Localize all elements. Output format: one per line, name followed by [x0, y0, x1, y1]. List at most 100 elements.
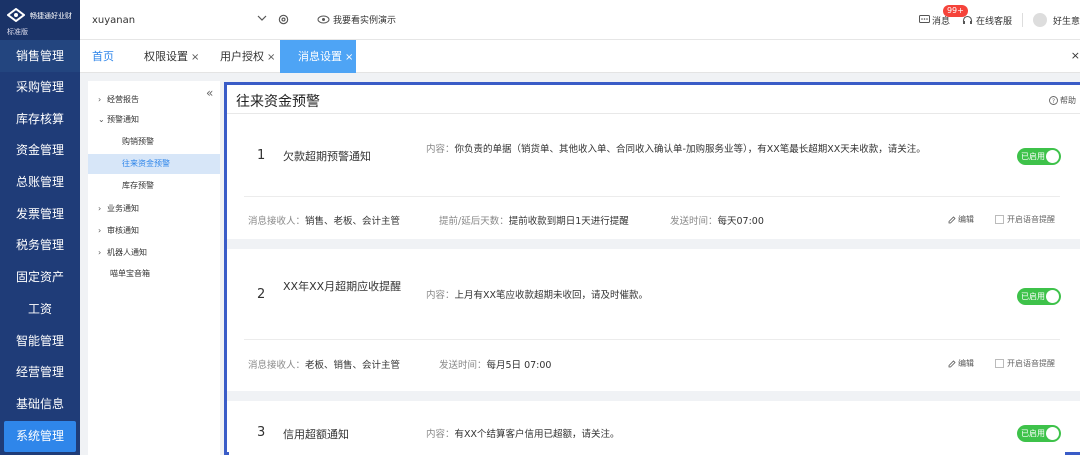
voice-reminder-option[interactable]: 开启语音提醒	[995, 214, 1055, 225]
sidebar-item-invoice[interactable]: 发票管理	[0, 199, 80, 231]
voice-reminder-label: 开启语音提醒	[1007, 215, 1055, 224]
logo-icon	[7, 8, 25, 22]
tree-node-robot-notice[interactable]: › 机器人通知	[98, 247, 147, 258]
card-gap	[227, 391, 1080, 401]
svg-text:?: ?	[1052, 98, 1055, 105]
close-all-tabs-button[interactable]: ×	[1071, 49, 1080, 62]
enabled-toggle[interactable]: 已启用	[1017, 425, 1061, 442]
brand-name: 畅捷通好业财	[30, 12, 72, 20]
messages-button[interactable]: 消息 99+	[918, 4, 968, 27]
main-sidebar: 畅捷通好业财 标准版 销售管理 采购管理 库存核算 资金管理 总账管理 发票管理…	[0, 0, 80, 455]
tab-bar: 首页 权限设置 × 用户授权 × 消息设置 × ×	[80, 40, 1080, 73]
sidebar-item-basic-info[interactable]: 基础信息	[0, 389, 80, 421]
help-label: 帮助	[1060, 96, 1076, 105]
tree-node-business-report[interactable]: › 经营报告	[98, 94, 139, 105]
chevron-right-icon: ›	[98, 95, 102, 104]
collapse-tree-button[interactable]: «	[206, 86, 213, 100]
online-service-button[interactable]: 在线客服	[962, 14, 1012, 27]
tab-home[interactable]: 首页	[84, 40, 122, 73]
send-time-info: 发送时间：每月5日 07:00	[439, 357, 551, 371]
tab-permissions[interactable]: 权限设置 ×	[136, 40, 207, 73]
user-menu[interactable]: 好生意	[1032, 13, 1080, 27]
edit-icon	[948, 215, 956, 223]
top-bar: xuyanan 我要看实例演示 消息 99+ 在线客服 好生意	[80, 0, 1080, 40]
voice-reminder-option[interactable]: 开启语音提醒	[995, 358, 1055, 369]
alert-card-3: 3 信用超额通知 内容：有XX个结算客户信用已超额，请关注。 已启用	[229, 401, 1065, 455]
send-time-value: 每天07:00	[717, 216, 764, 227]
receivers-info: 消息接收人：老板、销售、会计主管	[248, 357, 400, 371]
receivers-label: 消息接收人：	[248, 360, 306, 371]
alert-number: 3	[257, 425, 266, 440]
sidebar-item-purchase[interactable]: 采购管理	[0, 72, 80, 104]
tree-leaf-sales-purchase-alert[interactable]: 购销预警	[88, 132, 220, 152]
divider	[1021, 13, 1023, 27]
alert-name: 欠款超期预警通知	[283, 150, 371, 163]
advance-value: 提前收款到期日1天进行提醒	[508, 216, 629, 227]
divider	[244, 339, 1060, 340]
content-text: 有XX个结算客户信用已超额，请关注。	[454, 429, 620, 440]
close-icon[interactable]: ×	[345, 52, 353, 63]
enabled-toggle[interactable]: 已启用	[1017, 288, 1061, 305]
top-right-tools: 消息 99+ 在线客服 好生意	[918, 0, 1080, 40]
advance-label: 提前/延后天数：	[439, 216, 509, 227]
sidebar-item-tax[interactable]: 税务管理	[0, 230, 80, 262]
enabled-toggle[interactable]: 已启用	[1017, 148, 1061, 165]
toggle-knob	[1046, 290, 1059, 303]
tab-user-authorization[interactable]: 用户授权 ×	[212, 40, 283, 73]
receivers-value: 老板、销售、会计主管	[305, 360, 401, 371]
tab-permissions-label: 权限设置	[144, 50, 188, 63]
alert-name: XX年XX月超期应收提醒	[283, 280, 402, 293]
content-label: 内容：	[426, 290, 455, 301]
edit-button[interactable]: 编辑	[948, 214, 974, 225]
toggle-label: 已启用	[1021, 152, 1045, 161]
send-time-label: 发送时间：	[439, 360, 487, 371]
gear-icon[interactable]	[277, 13, 290, 26]
tree-leaf-inventory-alert[interactable]: 库存预警	[88, 176, 220, 196]
messages-badge: 99+	[942, 4, 968, 17]
divider	[244, 196, 1060, 197]
tree-node-speaker[interactable]: 喵单宝音箱	[110, 268, 150, 279]
tree-node-business-notice[interactable]: › 业务通知	[98, 203, 139, 214]
sidebar-item-system[interactable]: 系统管理	[4, 420, 76, 453]
sidebar-item-smart[interactable]: 智能管理	[0, 326, 80, 358]
content-text: 上月有XX笔应收款超期未收回，请及时催款。	[454, 290, 649, 301]
sidebar-item-ledger[interactable]: 总账管理	[0, 167, 80, 199]
tree-node-label: 审核通知	[107, 226, 139, 235]
voice-reminder-checkbox[interactable]	[995, 359, 1004, 368]
content-label: 内容：	[426, 429, 455, 440]
help-link[interactable]: ? 帮助	[1049, 95, 1076, 106]
card-gap	[227, 239, 1080, 249]
tab-user-authorization-label: 用户授权	[220, 50, 264, 63]
edit-button[interactable]: 编辑	[948, 358, 974, 369]
demo-link[interactable]: 我要看实例演示	[317, 13, 396, 26]
content-text: 你负责的单据（销货单、其他收入单、合同收入确认单-加购服务业等），有XX笔最长超…	[454, 144, 926, 155]
divider	[227, 113, 1080, 114]
alert-name: 信用超额通知	[283, 428, 349, 441]
alert-number: 2	[257, 287, 266, 302]
sidebar-item-funds[interactable]: 资金管理	[0, 135, 80, 167]
close-icon[interactable]: ×	[191, 52, 199, 63]
chevron-right-icon: ›	[98, 226, 102, 235]
tree-leaf-funds-alert[interactable]: 往来资金预警	[88, 154, 220, 174]
tree-node-label: 预警通知	[107, 115, 139, 124]
toggle-knob	[1046, 150, 1059, 163]
account-name[interactable]: xuyanan	[92, 15, 135, 26]
tree-node-label: 机器人通知	[107, 248, 147, 257]
sidebar-item-fixed-assets[interactable]: 固定资产	[0, 262, 80, 294]
tab-home-label: 首页	[92, 50, 114, 63]
tab-message-settings[interactable]: 消息设置 ×	[280, 40, 356, 73]
close-icon[interactable]: ×	[267, 52, 275, 63]
voice-reminder-checkbox[interactable]	[995, 215, 1004, 224]
chevron-down-icon[interactable]	[256, 12, 268, 24]
sidebar-item-payroll[interactable]: 工资	[0, 294, 80, 326]
avatar-icon	[1032, 13, 1047, 27]
tree-node-label: 业务通知	[107, 204, 139, 213]
brand-edition: 标准版	[7, 28, 28, 36]
voice-reminder-label: 开启语音提醒	[1007, 359, 1055, 368]
sidebar-item-inventory[interactable]: 库存核算	[0, 104, 80, 136]
page-title: 往来资金预警	[236, 94, 320, 110]
sidebar-item-sales[interactable]: 销售管理	[0, 40, 80, 72]
tree-node-audit-notice[interactable]: › 审核通知	[98, 225, 139, 236]
tree-node-alerts[interactable]: ⌄ 预警通知	[98, 114, 139, 125]
sidebar-item-operations[interactable]: 经营管理	[0, 357, 80, 389]
